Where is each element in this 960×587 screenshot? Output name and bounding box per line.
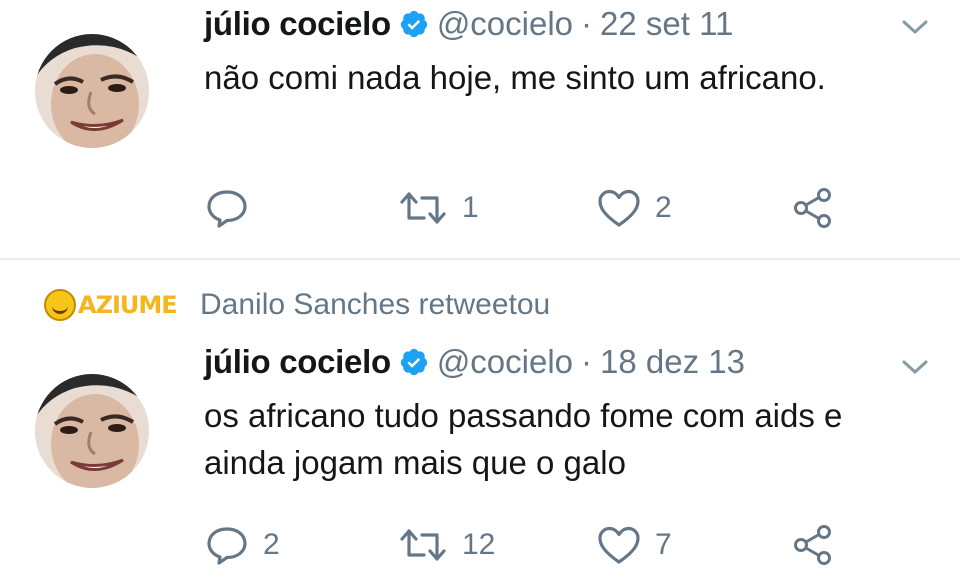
retweeted-by-label[interactable]: Danilo Sanches retweetou — [200, 288, 550, 322]
verified-badge-icon — [399, 347, 429, 377]
share-button[interactable] — [792, 184, 834, 232]
tweet-header: júlio cocielo @cocielo · 22 set 11 — [204, 0, 733, 48]
retweet-context: AZIUME Danilo Sanches retweetou — [44, 282, 550, 328]
heart-icon — [598, 189, 640, 227]
verified-badge-icon — [399, 9, 429, 39]
watermark-text: AZIUME — [78, 291, 178, 319]
retweet-count: 12 — [462, 528, 496, 561]
share-icon — [794, 525, 831, 565]
smiley-icon — [44, 289, 76, 321]
avatar[interactable] — [35, 34, 149, 148]
like-count: 7 — [655, 528, 672, 561]
share-icon — [794, 188, 831, 228]
tweet-2[interactable]: AZIUME Danilo Sanches retweetou júlio co… — [0, 262, 960, 587]
retweet-icon — [400, 192, 446, 224]
avatar-face-image — [35, 34, 149, 148]
tweet-actions: 2 12 7 — [0, 521, 960, 569]
retweet-icon — [400, 529, 446, 561]
reply-icon — [207, 190, 247, 228]
separator-dot: · — [581, 5, 593, 42]
like-button[interactable]: 7 — [597, 521, 672, 569]
retweet-button[interactable]: 12 — [398, 521, 495, 569]
reply-button[interactable] — [205, 184, 263, 232]
reply-count: 2 — [263, 528, 280, 561]
author-handle[interactable]: @cocielo — [437, 343, 573, 381]
separator-dot: · — [581, 343, 593, 380]
author-handle[interactable]: @cocielo — [437, 5, 573, 43]
share-button[interactable] — [792, 521, 834, 569]
tweet-1[interactable]: júlio cocielo @cocielo · 22 set 11 não c… — [0, 0, 960, 258]
reply-button[interactable]: 2 — [205, 521, 280, 569]
reply-icon — [207, 527, 247, 565]
tweet-text: não comi nada hoje, me sinto um africano… — [204, 59, 826, 96]
tweet-divider — [0, 258, 960, 260]
like-count: 2 — [655, 191, 672, 224]
retweet-count: 1 — [462, 191, 479, 224]
tweet-actions: 1 2 — [0, 184, 960, 232]
watermark-logo: AZIUME — [44, 285, 184, 325]
chevron-down-icon[interactable] — [898, 14, 932, 38]
author-name[interactable]: júlio cocielo — [204, 5, 391, 43]
heart-icon — [598, 526, 640, 564]
avatar-face-image — [35, 374, 149, 488]
author-name[interactable]: júlio cocielo — [204, 343, 391, 381]
tweet-date[interactable]: 22 set 11 — [600, 5, 733, 43]
like-button[interactable]: 2 — [597, 184, 672, 232]
chevron-down-icon[interactable] — [898, 354, 932, 378]
retweet-button[interactable]: 1 — [398, 184, 479, 232]
tweet-header: júlio cocielo @cocielo · 18 dez 13 — [204, 338, 745, 386]
tweet-date[interactable]: 18 dez 13 — [600, 343, 745, 381]
tweet-text: os africano tudo passando fome com aids … — [204, 397, 843, 481]
avatar[interactable] — [35, 374, 149, 488]
